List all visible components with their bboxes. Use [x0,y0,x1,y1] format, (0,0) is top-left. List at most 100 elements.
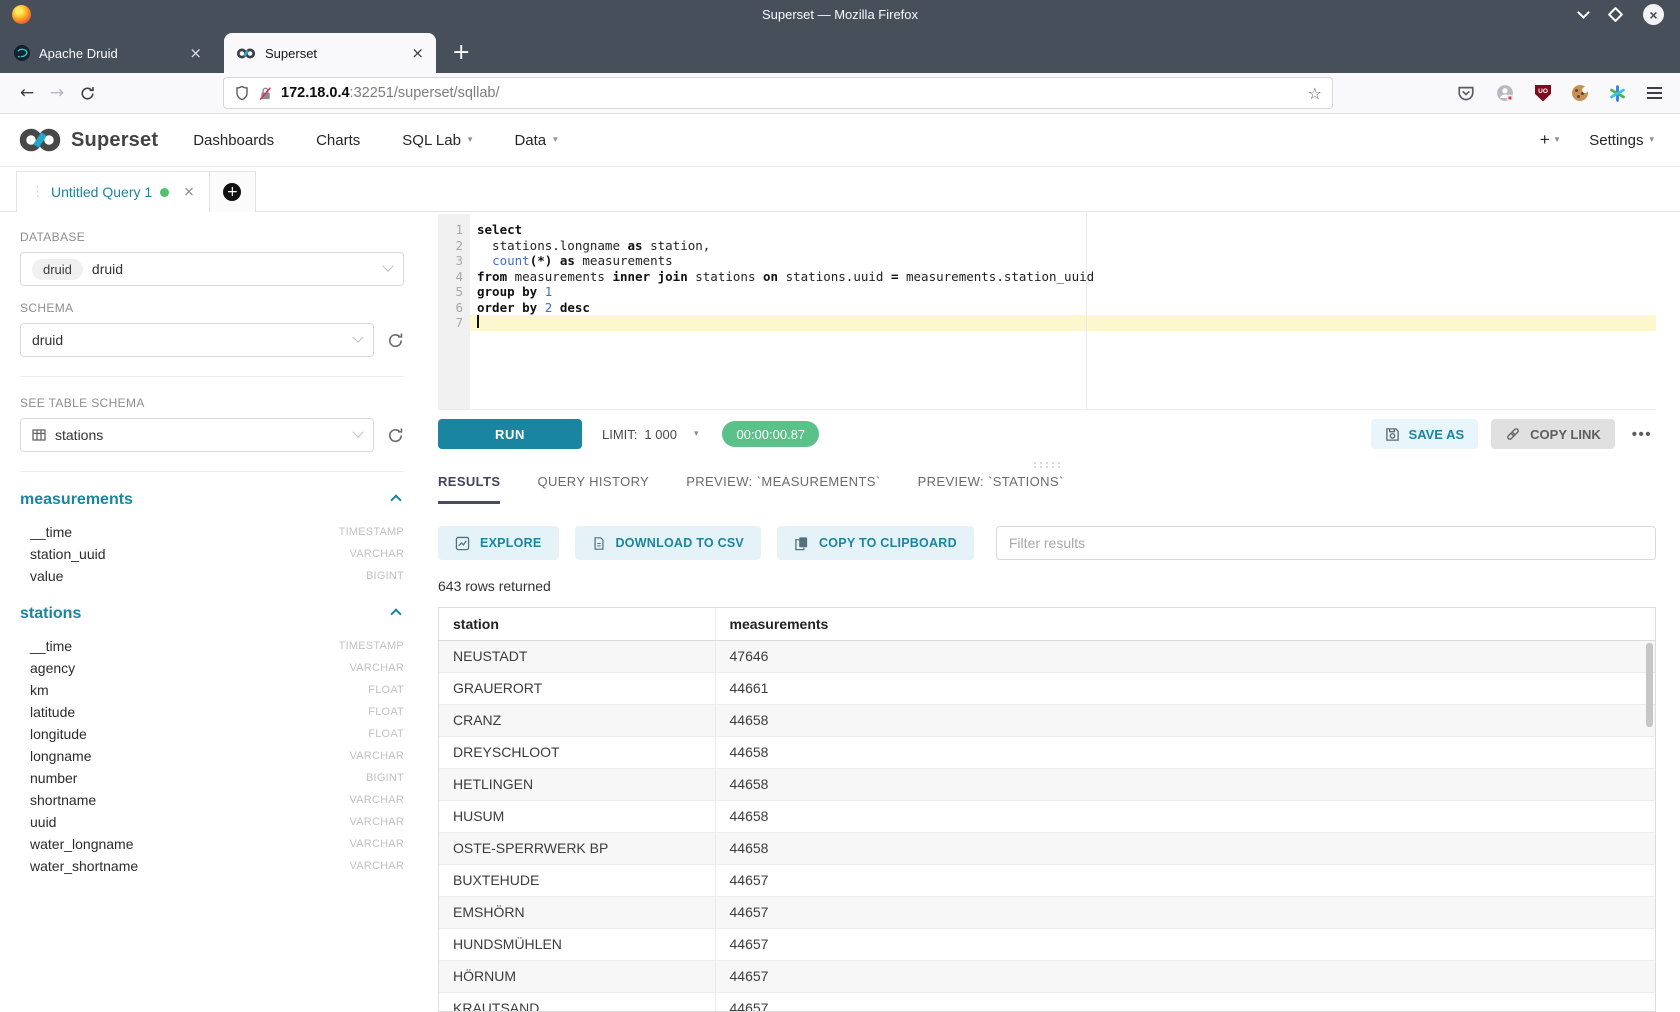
table-cell: EMSHÖRN [439,896,715,928]
results-tab[interactable]: QUERY HISTORY [537,474,649,504]
table-cell: KRAUTSAND [439,992,715,1012]
column-row: longnameVARCHAR [20,745,404,767]
editor-code[interactable]: select stations.longname as station, cou… [470,214,1656,409]
copy-link-button[interactable]: COPY LINK [1491,419,1615,449]
cookie-icon[interactable] [1572,85,1588,101]
divider [20,471,404,472]
column-type: VARCHAR [349,548,404,560]
chevron-down-icon: ▾ [468,135,473,145]
editor-toolbar: RUN LIMIT: 1 000 ▾ 00:00:00.87 SAVE AS [438,410,1656,458]
reload-button[interactable] [72,79,102,107]
results-tab[interactable]: RESULTS [438,474,500,504]
column-name: agency [30,660,75,676]
schema-select[interactable]: druid [20,323,374,357]
chevron-down-icon [382,261,393,272]
close-icon[interactable]: × [183,184,195,200]
run-button[interactable]: RUN [438,419,582,449]
new-query-tab-button[interactable]: + [210,171,256,212]
superset-brand[interactable]: Superset [18,127,158,153]
settings-menu[interactable]: Settings▾ [1589,132,1654,149]
nav-item-dashboards[interactable]: Dashboards [172,132,295,149]
results-tab[interactable]: PREVIEW: `STATIONS` [918,474,1064,504]
plus-circle-icon: + [223,183,241,201]
tab-close-icon[interactable]: × [189,44,202,62]
table-column-header[interactable]: station [439,608,715,640]
column-name: uuid [30,814,56,830]
table-row: HETLINGEN44658 [439,768,1655,800]
add-new-menu[interactable]: +▾ [1540,130,1559,150]
tab-close-icon[interactable]: × [411,44,424,62]
table-cell: 44657 [715,896,1655,928]
nav-item-sql-lab[interactable]: SQL Lab▾ [381,132,493,149]
chevron-down-icon [352,427,363,438]
column-name: __time [30,524,72,540]
extension-account-icon[interactable] [1496,84,1514,102]
insecure-lock-icon[interactable] [258,86,273,101]
download-csv-button[interactable]: DOWNLOAD TO CSV [575,526,762,560]
link-icon [1505,426,1521,442]
pocket-icon[interactable] [1457,84,1475,102]
column-type: TIMESTAMP [339,526,404,538]
column-row: water_shortnameVARCHAR [20,855,404,877]
forward-button[interactable]: → [42,79,72,107]
column-type: TIMESTAMP [339,640,404,652]
drag-handle-icon[interactable]: ⋮ [31,184,43,200]
browser-tab-druid[interactable]: Apache Druid × [2,33,214,73]
pane-splitter[interactable] [438,458,1656,470]
results-tab[interactable]: PREVIEW: `MEASUREMENTS` [686,474,880,504]
refresh-icon[interactable] [387,427,404,444]
column-list-measurements: __timeTIMESTAMPstation_uuidVARCHARvalueB… [20,521,404,587]
table-section-header-measurements[interactable]: measurements [20,491,404,509]
table-row: GRAUERORT44661 [439,672,1655,704]
table-column-header[interactable]: measurements [715,608,1655,640]
column-type: FLOAT [368,684,404,696]
menu-icon[interactable] [1647,87,1662,99]
column-name: station_uuid [30,546,106,562]
table-name: stations [20,605,81,623]
table-schema-select[interactable]: stations [20,418,374,452]
nav-item-data[interactable]: Data▾ [493,132,578,149]
query-tabbar: ⋮ Untitled Query 1 × + [0,167,1680,212]
save-as-button[interactable]: SAVE AS [1371,419,1479,449]
limit-dropdown[interactable]: LIMIT: 1 000 ▾ [602,427,698,442]
back-button[interactable]: ← [12,79,42,107]
window-shade-icon[interactable] [1577,6,1590,19]
nav-item-charts[interactable]: Charts [295,132,381,149]
table-section-header-stations[interactable]: stations [20,605,404,623]
status-dot [160,188,169,197]
table-row: OSTE-SPERRWERK BP44658 [439,832,1655,864]
chevron-down-icon: ▾ [553,135,558,145]
filter-results-input[interactable] [996,526,1656,560]
window-titlebar: Superset — Mozilla Firefox × [0,0,1680,29]
url-text: 172.18.0.4:32251/superset/sqllab/ [281,85,499,101]
column-name: value [30,568,63,584]
maximize-diamond-icon[interactable] [1608,7,1624,23]
close-circle-icon[interactable]: × [1643,4,1664,25]
query-tab[interactable]: ⋮ Untitled Query 1 × [16,171,210,212]
table-grid-icon [32,428,46,442]
database-select[interactable]: druid druid [20,252,404,286]
url-field[interactable]: 172.18.0.4:32251/superset/sqllab/ ☆ [224,78,1332,108]
refresh-icon[interactable] [387,332,404,349]
browser-tab-superset[interactable]: Superset × [224,33,436,73]
bookmark-star-icon[interactable]: ☆ [1308,84,1322,103]
divider [20,376,404,377]
chevron-down-icon: ▾ [1555,135,1560,145]
more-options-icon[interactable]: ••• [1628,426,1656,443]
new-tab-button[interactable]: + [436,40,486,73]
table-cell: NEUSTADT [439,640,715,672]
editor-gutter: 1234567 [438,214,470,409]
chevron-up-icon[interactable] [390,494,401,505]
sql-editor[interactable]: 1234567 select stations.longname as stat… [438,214,1656,410]
table-scrollbar-thumb[interactable] [1646,643,1653,727]
multi-account-icon[interactable] [1609,85,1626,102]
chevron-up-icon[interactable] [390,608,401,619]
ublock-origin-icon[interactable]: UO [1535,85,1551,102]
shield-icon[interactable] [234,85,250,101]
chevron-down-icon: ▾ [694,429,699,439]
table-row: DREYSCHLOOT44658 [439,736,1655,768]
explore-button[interactable]: EXPLORE [438,526,559,560]
copy-clipboard-button[interactable]: COPY TO CLIPBOARD [777,526,974,560]
database-badge: druid [32,259,83,280]
table-cell: 44658 [715,704,1655,736]
